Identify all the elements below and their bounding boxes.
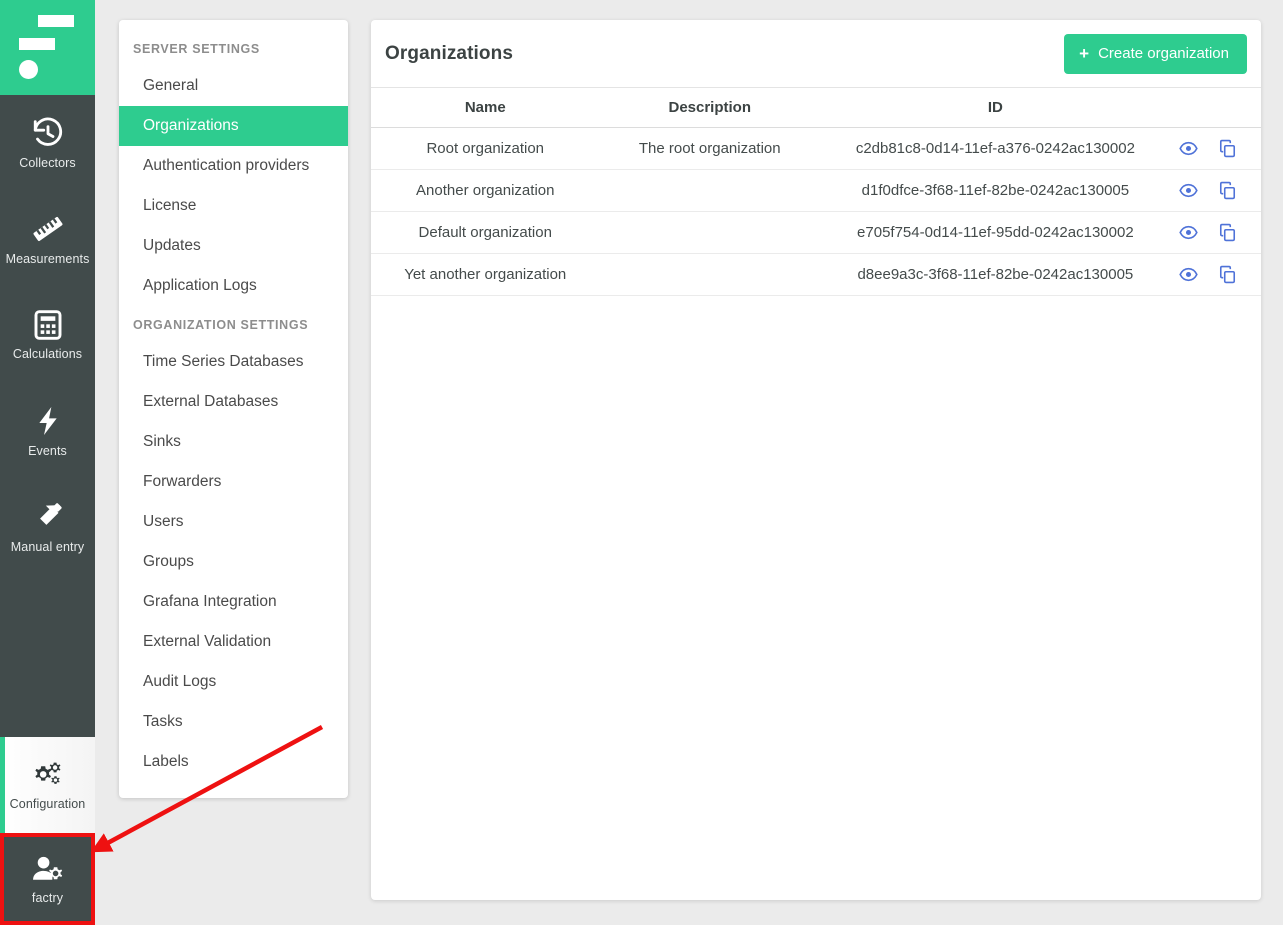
menu-item-groups[interactable]: Groups [119,542,348,582]
rail-item-label: Measurements [5,252,90,267]
menu-item-labels[interactable]: Labels [119,742,348,782]
table-body: Root organization The root organization … [371,127,1261,296]
menu-item-grafana-integration[interactable]: Grafana Integration [119,582,348,622]
plus-icon: + [1079,44,1090,63]
rail-item-manual-entry[interactable]: Manual entry [0,479,95,575]
view-organization-button[interactable] [1179,265,1198,284]
logo-bar-top-icon [38,15,74,27]
view-organization-button[interactable] [1179,223,1198,242]
menu-item-external-databases[interactable]: External Databases [119,382,348,422]
page-title: Organizations [385,42,513,64]
rail-item-label: Collectors [19,156,76,171]
logo-bar-bottom-icon [19,38,55,50]
cell-description [599,169,820,212]
ruler-icon [31,212,65,246]
menu-item-users[interactable]: Users [119,502,348,542]
table-empty-space [371,296,1261,900]
menu-item-forwarders[interactable]: Forwarders [119,462,348,502]
column-header-id: ID [819,88,1171,128]
copy-organization-id-button[interactable] [1218,181,1237,200]
table-row[interactable]: Default organization e705f754-0d14-11ef-… [371,211,1261,254]
organizations-table: Name Description ID Root organization Th… [371,88,1261,296]
rail-item-label: Events [28,444,67,459]
create-organization-button[interactable]: + Create organization [1064,33,1247,74]
menu-item-application-logs[interactable]: Application Logs [119,266,348,306]
table-row[interactable]: Another organization d1f0dfce-3f68-11ef-… [371,169,1261,212]
cell-id: c2db81c8-0d14-11ef-a376-0242ac130002 [819,127,1171,170]
rail-item-account[interactable]: factry [0,833,95,925]
rail-item-label: Calculations [12,347,83,362]
calculator-icon [32,309,64,341]
menu-item-sinks[interactable]: Sinks [119,422,348,462]
cell-actions [1170,169,1261,212]
rail-item-label: factry [31,891,64,906]
view-organization-button[interactable] [1179,139,1198,158]
panel-header: Organizations + Create organization [371,20,1261,88]
rail-item-label: Manual entry [10,539,85,554]
cell-actions [1170,253,1261,296]
cell-actions [1170,211,1261,254]
rail-spacer [0,575,95,737]
view-organization-button[interactable] [1179,181,1198,200]
menu-item-updates[interactable]: Updates [119,226,348,266]
menu-item-external-validation[interactable]: External Validation [119,622,348,662]
rail-item-measurements[interactable]: Measurements [0,191,95,287]
logo-dot-icon [19,60,38,79]
cell-description [599,253,820,296]
menu-item-license[interactable]: License [119,186,348,226]
settings-menu-card: SERVER SETTINGS General Organizations Au… [119,20,348,798]
table-header: Name Description ID [371,88,1261,128]
rail-item-events[interactable]: Events [0,383,95,479]
app-root: Collectors Measurements Calculations Eve… [0,0,1283,925]
create-organization-label: Create organization [1098,44,1229,62]
rail-item-calculations[interactable]: Calculations [0,287,95,383]
menu-item-authentication-providers[interactable]: Authentication providers [119,146,348,186]
copy-organization-id-button[interactable] [1218,265,1237,284]
cell-name: Another organization [371,169,600,212]
table-row[interactable]: Yet another organization d8ee9a3c-3f68-1… [371,253,1261,296]
pen-icon [31,501,64,534]
cell-description: The root organization [599,127,820,170]
table-header-row: Name Description ID [371,88,1261,128]
user-cog-icon [29,853,67,885]
cell-id: d8ee9a3c-3f68-11ef-82be-0242ac130005 [819,253,1171,296]
cell-actions [1170,127,1261,170]
menu-item-general[interactable]: General [119,66,348,106]
cell-name: Yet another organization [371,253,600,296]
column-header-name: Name [371,88,600,128]
cell-name: Default organization [371,211,600,254]
menu-item-time-series-databases[interactable]: Time Series Databases [119,342,348,382]
column-header-actions [1170,88,1261,128]
rail-item-list: Collectors Measurements Calculations Eve… [0,95,95,925]
menu-item-tasks[interactable]: Tasks [119,702,348,742]
app-logo[interactable] [0,0,95,95]
primary-nav-rail: Collectors Measurements Calculations Eve… [0,0,95,925]
menu-item-audit-logs[interactable]: Audit Logs [119,662,348,702]
copy-organization-id-button[interactable] [1218,223,1237,242]
menu-item-organizations[interactable]: Organizations [119,106,348,146]
cell-id: d1f0dfce-3f68-11ef-82be-0242ac130005 [819,169,1171,212]
lightning-bolt-icon [32,404,64,438]
menu-section-server-settings: SERVER SETTINGS [133,42,260,56]
rail-item-label: Configuration [9,797,86,812]
gears-icon [29,759,67,791]
column-header-description: Description [599,88,820,128]
organizations-panel: Organizations + Create organization Name… [371,20,1261,900]
table-row[interactable]: Root organization The root organization … [371,127,1261,170]
menu-section-organization-settings: ORGANIZATION SETTINGS [133,318,309,332]
cell-name: Root organization [371,127,600,170]
rail-item-collectors[interactable]: Collectors [0,95,95,191]
copy-organization-id-button[interactable] [1218,139,1237,158]
cell-id: e705f754-0d14-11ef-95dd-0242ac130002 [819,211,1171,254]
cell-description [599,211,820,254]
rail-item-configuration[interactable]: Configuration [0,737,95,833]
history-clock-icon [31,116,65,150]
